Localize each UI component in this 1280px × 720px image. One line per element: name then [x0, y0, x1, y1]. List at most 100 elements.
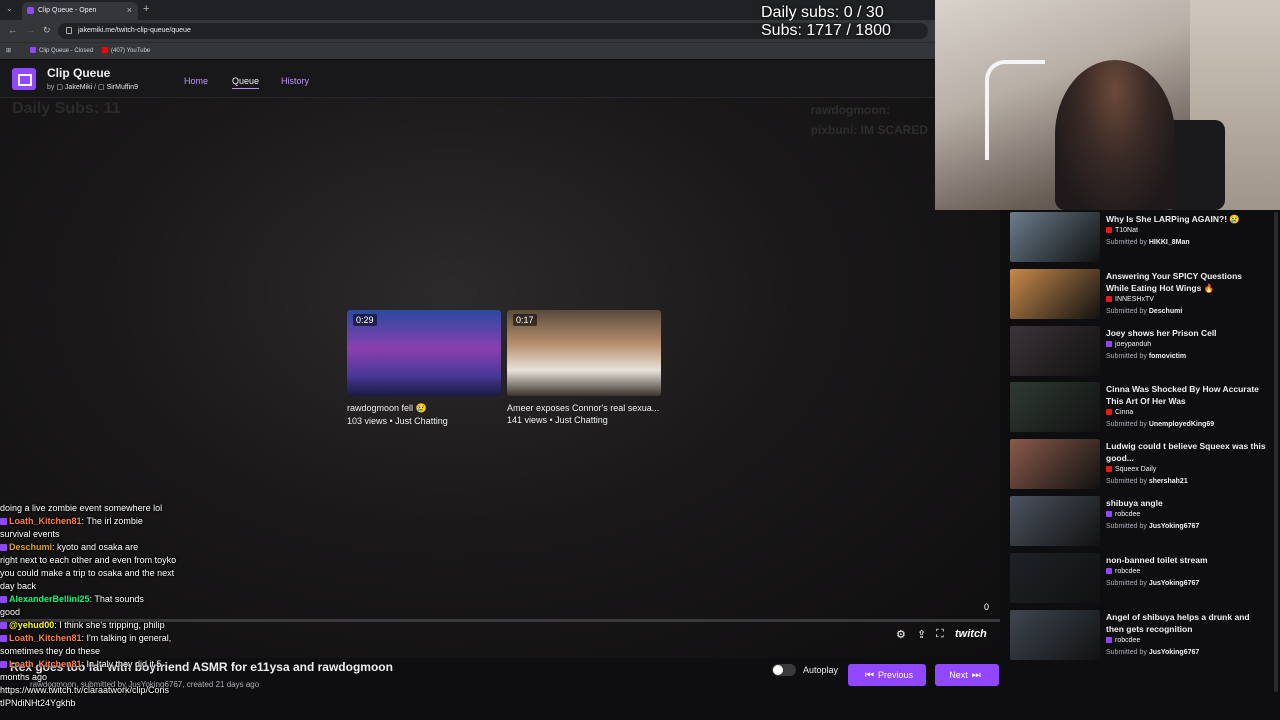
chat-message: months ago: [0, 671, 220, 684]
queue-thumbnail[interactable]: [1010, 326, 1100, 376]
author-link-jakemiki[interactable]: ▢ JakeMiki: [56, 84, 92, 91]
autoplay-toggle[interactable]: [772, 664, 796, 676]
settings-icon[interactable]: ⚙: [896, 628, 906, 641]
site-info-icon[interactable]: [66, 27, 72, 34]
twitch-icon: [1106, 511, 1112, 517]
bookmark-clip-queue[interactable]: Clip Queue - Closed: [30, 47, 93, 54]
queue-thumbnail[interactable]: [1010, 439, 1100, 489]
clip-duration: 0:29: [353, 314, 377, 326]
clip-meta: 141 views • Just Chatting: [507, 415, 608, 425]
chat-text: sometimes they do these: [0, 646, 101, 656]
chat-username[interactable]: @yehud00: [9, 620, 54, 630]
reload-icon[interactable]: ↻: [43, 25, 51, 36]
fullscreen-icon[interactable]: ⛶: [936, 628, 944, 641]
queue-item[interactable]: Cinna Was Shocked By How Accurate This A…: [1010, 382, 1275, 432]
next-button[interactable]: Next ⏭: [935, 664, 999, 686]
queue-submitter: Submitted by JusYoking6767: [1106, 523, 1200, 530]
queue-thumbnail[interactable]: [1010, 496, 1100, 546]
chat-badge-icon: [0, 622, 7, 629]
nav-history[interactable]: History: [281, 76, 309, 86]
chat-username[interactable]: AlexanderBellini25: [9, 594, 90, 604]
chat-badge-icon: [0, 544, 7, 551]
chat-message: you could make a trip to osaka and the n…: [0, 567, 220, 580]
chat-badge-icon: [0, 661, 7, 668]
queue-item[interactable]: non-banned toilet stream robcdee Submitted…: [1010, 553, 1275, 603]
queue-thumbnail[interactable]: [1010, 553, 1100, 603]
queue-item[interactable]: Answering Your SPICY Questions While Eat…: [1010, 269, 1275, 319]
tab-close-icon[interactable]: ×: [127, 5, 132, 15]
queue-item[interactable]: Why Is She LARPing AGAIN?! 😢 T10Nat Submit…: [1010, 212, 1275, 262]
clip-meta: 103 views • Just Chatting: [347, 416, 448, 426]
chat-username[interactable]: Loath_Kitchen81: [9, 659, 82, 669]
chat-text: : In Italy they did it 5: [81, 659, 162, 669]
queue-item[interactable]: Ludwig could t believe Squeex was this g…: [1010, 439, 1275, 489]
queue-channel: robcdee: [1106, 637, 1140, 644]
queue-thumbnail[interactable]: [1010, 212, 1100, 262]
recommended-clip[interactable]: 0:29 rawdogmoon fell 😢 103 views • Just …: [347, 310, 501, 426]
chat-badge-icon: [0, 635, 7, 642]
queue-thumbnail[interactable]: [1010, 269, 1100, 319]
chat-message: @yehud00: I think she's tripping, philip: [0, 619, 220, 632]
player-counter: 0: [984, 602, 990, 612]
chat-text: tIPNdiNHt24Ygkhb: [0, 698, 76, 708]
bookmark-favicon-icon: [30, 47, 36, 53]
queue-item[interactable]: shibuya angle robcdee Submitted by JusYoki…: [1010, 496, 1275, 546]
share-icon[interactable]: ⇪: [917, 628, 926, 641]
clip-duration: 0:17: [513, 314, 537, 326]
chat-message: survival events: [0, 528, 220, 541]
stream-chat-overlay: doing a live zombie event somewhere lol L…: [0, 502, 220, 710]
recommended-clip[interactable]: 0:17 Ameer exposes Connor's real sexua..…: [507, 310, 661, 425]
chat-message: Deschumi: kyoto and osaka are: [0, 541, 220, 554]
chat-username[interactable]: Loath_Kitchen81: [9, 633, 82, 643]
clip-thumbnail[interactable]: 0:29: [347, 310, 501, 396]
nav-home[interactable]: Home: [184, 76, 208, 86]
bookmark-youtube[interactable]: (407) YouTube: [102, 47, 150, 54]
queue-channel: T10Nat: [1106, 227, 1138, 234]
chat-username[interactable]: Deschumi: [9, 542, 52, 552]
chat-message: https://www.twitch.tv/claraatwork/clip/C…: [0, 684, 220, 697]
queue-item[interactable]: Joey shows her Prison Cell joeypanduh Subm…: [1010, 326, 1275, 376]
tab-list-chevron-icon[interactable]: ⌄: [6, 4, 13, 13]
chat-text: : The irl zombie: [81, 516, 143, 526]
chat-text: survival events: [0, 529, 60, 539]
clip-title[interactable]: Ameer exposes Connor's real sexua...: [507, 403, 661, 413]
tab-title: Clip Queue - Open: [38, 7, 97, 14]
apps-icon[interactable]: ⊞: [6, 47, 11, 54]
queue-submitter: Submitted by Deschumi: [1106, 308, 1183, 315]
forward-icon[interactable]: →: [26, 25, 35, 35]
bookmarks-bar: ⊞ Clip Queue - Closed (407) YouTube: [0, 42, 935, 59]
queue-thumbnail[interactable]: [1010, 610, 1100, 660]
queue-channel: joeypanduh: [1106, 341, 1151, 348]
queue-title: Answering Your SPICY Questions While Eat…: [1106, 271, 1243, 293]
author-link-sirmuffin[interactable]: ▢ SirMuffin9: [98, 84, 138, 91]
browser-tab[interactable]: Clip Queue - Open ×: [22, 2, 138, 20]
chat-message: Loath_Kitchen81: I'm talking in general,: [0, 632, 220, 645]
chat-text: https://www.twitch.tv/claraatwork/clip/C…: [0, 685, 170, 695]
twitch-icon: [1106, 568, 1112, 574]
youtube-icon: [1106, 409, 1112, 415]
autoplay-label: Autoplay: [803, 665, 839, 675]
queue-channel: Squeex Daily: [1106, 466, 1156, 473]
back-icon[interactable]: ←: [8, 25, 17, 35]
queue-submitter: Submitted by JusYoking6767: [1106, 649, 1200, 656]
new-tab-icon[interactable]: +: [143, 3, 149, 15]
twitch-logo[interactable]: twitch: [955, 628, 987, 640]
queue-channel: INNESHxTV: [1106, 296, 1154, 303]
queue-channel: Cinna: [1106, 409, 1133, 416]
clip-title[interactable]: rawdogmoon fell 😢: [347, 403, 501, 414]
queue-title: Angel of shibuya helps a drunk and then …: [1106, 612, 1250, 634]
chat-text: day back: [0, 581, 37, 591]
chat-username[interactable]: Loath_Kitchen81: [9, 516, 82, 526]
queue-scrollbar[interactable]: [1274, 212, 1278, 692]
previous-button[interactable]: ⏮ Previous: [848, 664, 926, 686]
queue-item[interactable]: Angel of shibuya helps a drunk and then …: [1010, 610, 1275, 660]
queue-thumbnail[interactable]: [1010, 382, 1100, 432]
queue-submitter: Submitted by JusYoking6767: [1106, 580, 1200, 587]
stream-ghost-text: Daily Subs: 11: [12, 100, 121, 117]
app-authors: by ▢ JakeMiki / ▢ SirMuffin9: [47, 84, 138, 91]
clip-thumbnail[interactable]: 0:17: [507, 310, 661, 396]
clip-queue-logo-icon[interactable]: [12, 68, 36, 90]
youtube-icon: [1106, 227, 1112, 233]
chat-badge-icon: [0, 518, 7, 525]
nav-queue[interactable]: Queue: [232, 76, 260, 89]
